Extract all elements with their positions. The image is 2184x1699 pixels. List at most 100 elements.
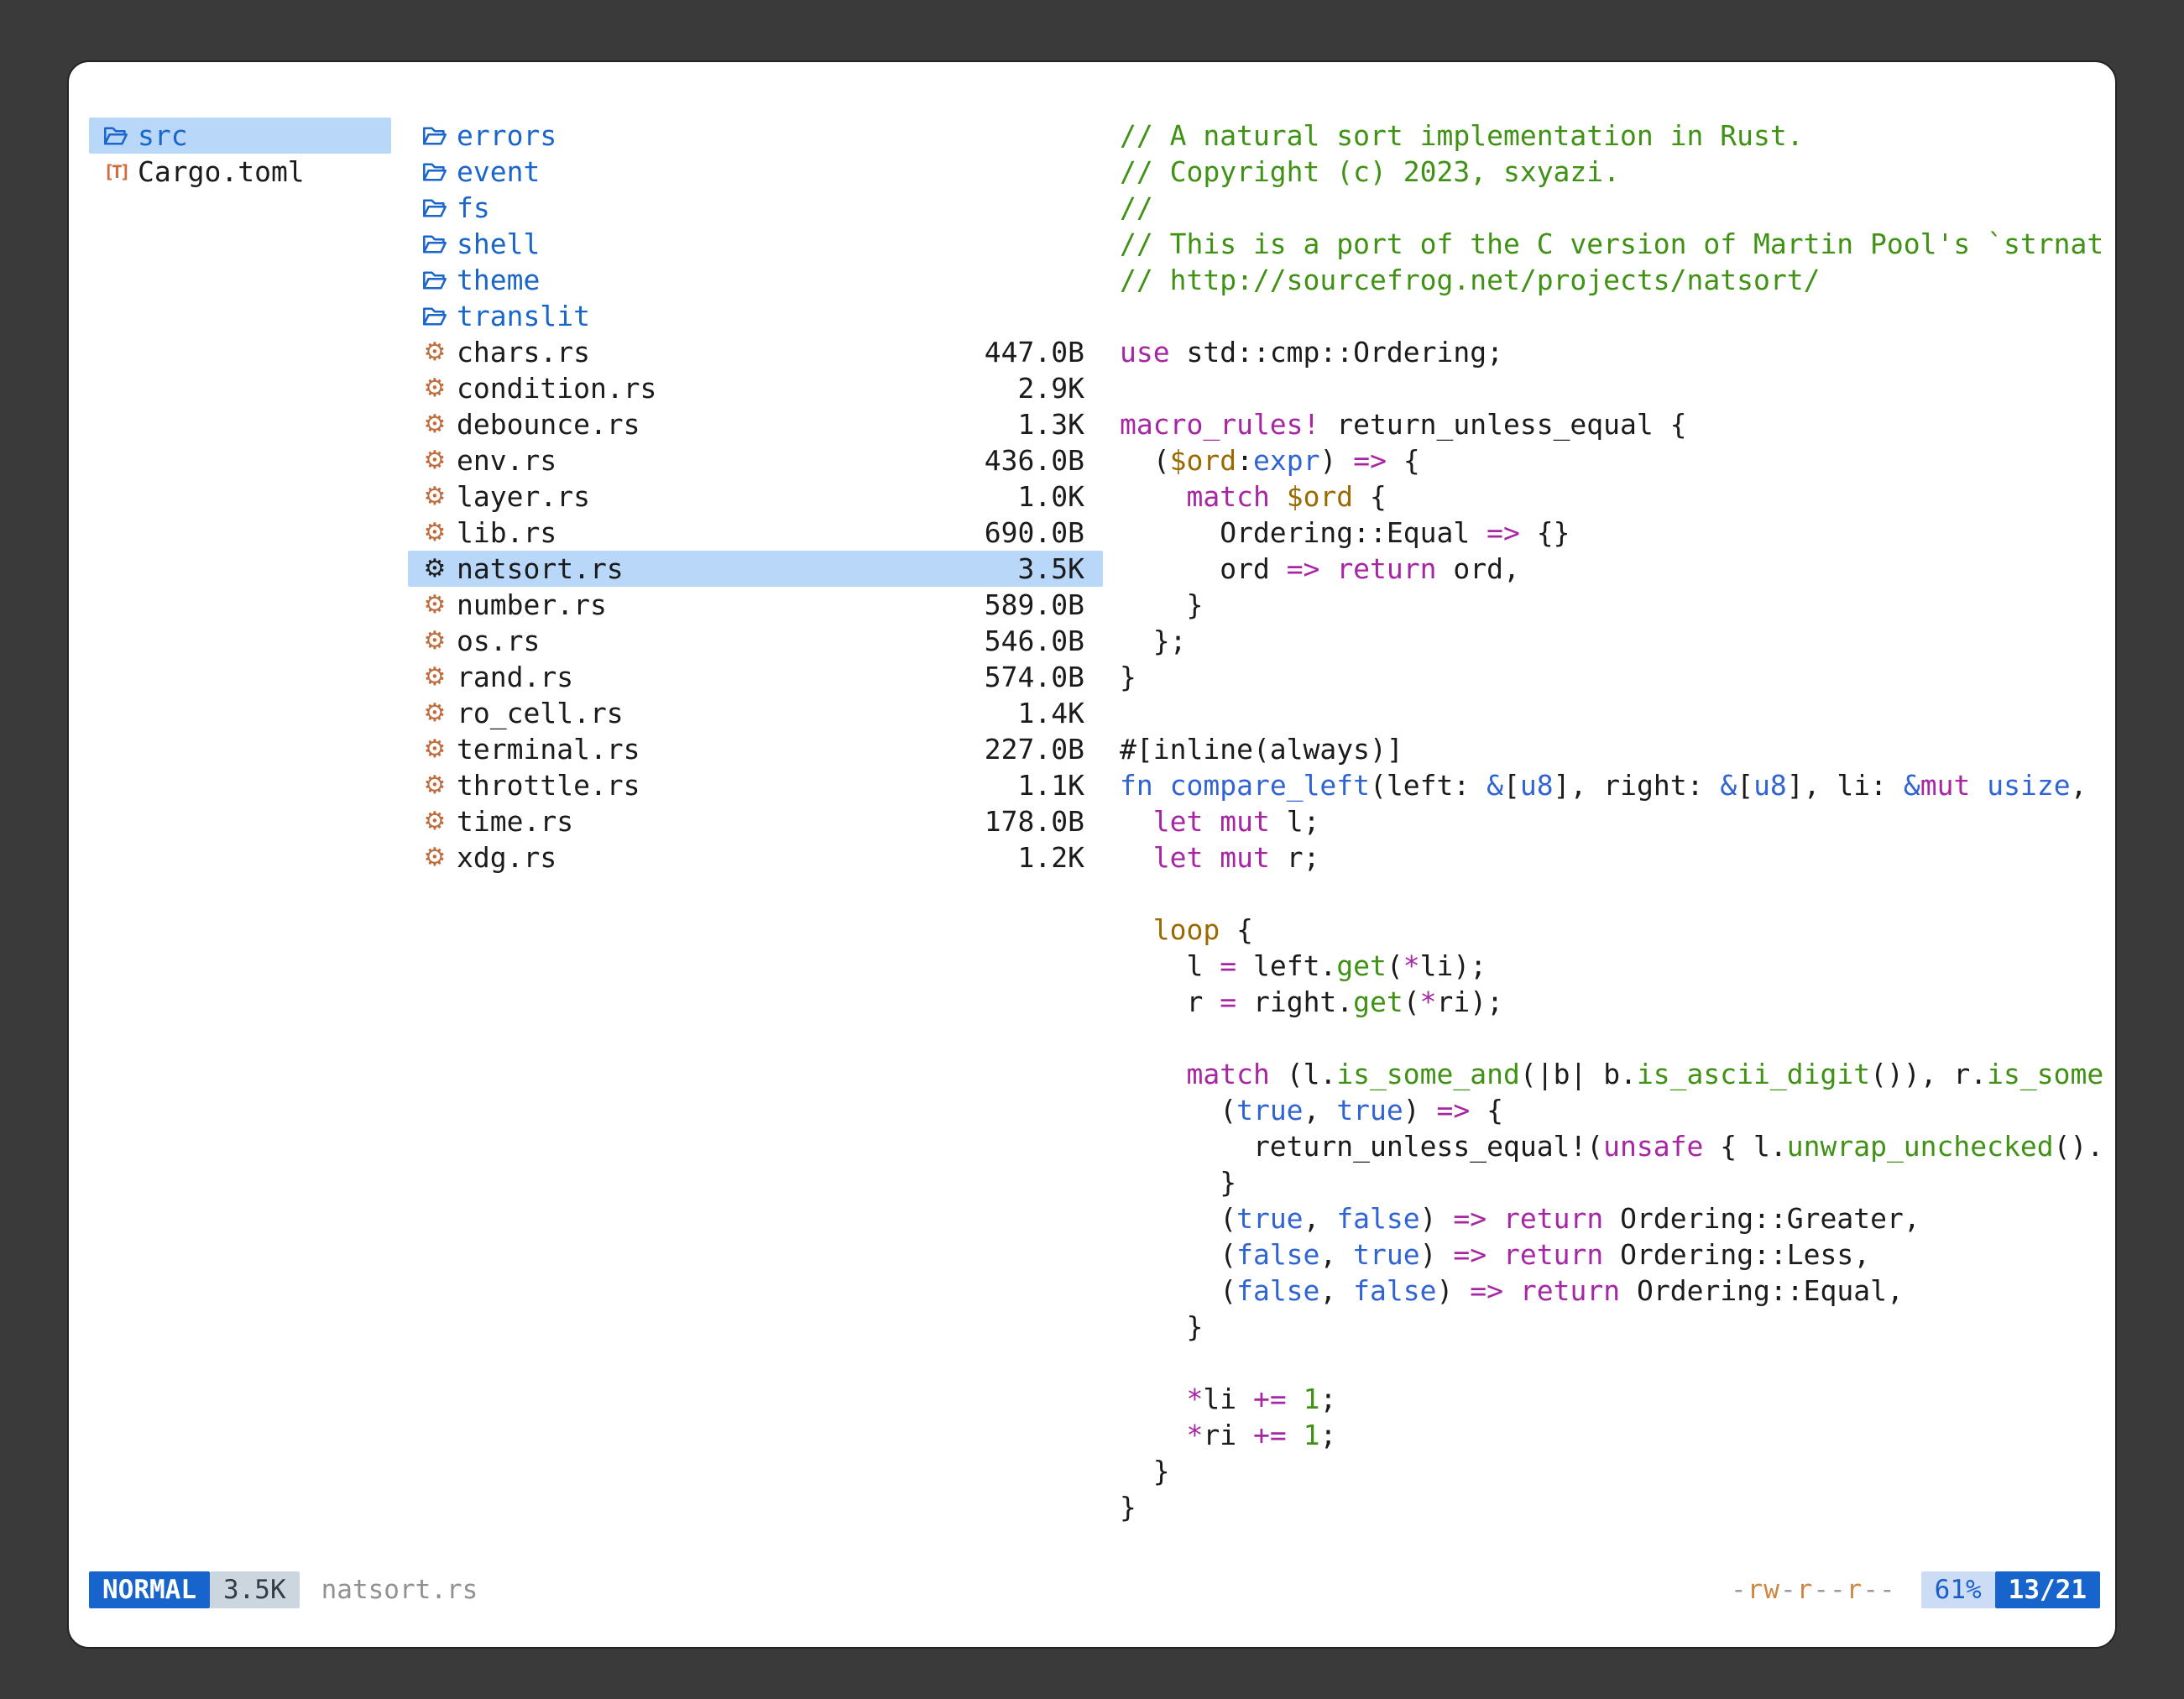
file-name: os.rs [457, 625, 540, 657]
file-row-os.rs[interactable]: ⚙os.rs546.0B [408, 623, 1103, 659]
file-size: 227.0B [985, 733, 1084, 766]
code-line: } [1120, 1309, 2108, 1345]
file-row-time.rs[interactable]: ⚙ time.rs 178.0B [408, 803, 1103, 839]
file-size: 436.0B [985, 444, 1084, 477]
status-bar: NORMAL 3.5K natsort.rs -rw-r--r-- 61% 13… [89, 1571, 2100, 1608]
code-line: // This is a port of the C version of Ma… [1120, 226, 2108, 262]
code-line: l = left.get(*li); [1120, 948, 2108, 984]
rust-file-icon: ⚙ [420, 484, 450, 510]
code-line: let mut r; [1120, 839, 2108, 876]
file-size: 1.2K [1018, 841, 1084, 874]
file-preview-pane[interactable]: // A natural sort implementation in Rust… [1120, 118, 2108, 1578]
rust-file-icon: ⚙ [420, 737, 450, 762]
code-line: (true, false) => return Ordering::Greate… [1120, 1200, 2108, 1236]
file-row-translit[interactable]: translit [408, 298, 1103, 334]
file-name: layer.rs [457, 480, 590, 513]
code-line: match $ord { [1120, 478, 2108, 515]
code-line: loop { [1120, 912, 2108, 948]
file-row-xdg.rs[interactable]: ⚙xdg.rs1.2K [408, 839, 1103, 876]
file-row-ro_cell.rs[interactable]: ⚙ ro_cell.rs 1.4K [408, 695, 1103, 731]
code-line: (false, false) => return Ordering::Equal… [1120, 1273, 2108, 1309]
file-size: 574.0B [985, 661, 1084, 693]
file-name: time.rs [457, 805, 573, 838]
file-name: ro_cell.rs [457, 697, 624, 729]
file-row-condition.rs[interactable]: ⚙condition.rs2.9K [408, 370, 1103, 406]
code-line: Ordering::Equal => {} [1120, 515, 2108, 551]
file-name: event [457, 155, 540, 188]
file-row-src[interactable]: src [89, 118, 391, 154]
status-filename: natsort.rs [321, 1571, 478, 1608]
file-row-rand.rs[interactable]: ⚙ rand.rs 574.0B [408, 659, 1103, 695]
file-name: natsort.rs [457, 552, 624, 585]
file-size: 1.4K [1018, 697, 1084, 729]
file-name: errors [457, 119, 556, 152]
file-row-debounce.rs[interactable]: ⚙debounce.rs1.3K [408, 406, 1103, 442]
rust-file-icon: ⚙ [420, 593, 450, 618]
code-line [1120, 298, 2108, 334]
rust-file-icon: ⚙ [420, 665, 450, 690]
code-line: ord => return ord, [1120, 551, 2108, 587]
code-line: return_unless_equal!(unsafe { l.unwrap_u… [1120, 1128, 2108, 1164]
file-name: condition.rs [457, 372, 656, 405]
code-line: #[inline(always)] [1120, 731, 2108, 767]
folder-icon [420, 125, 450, 147]
file-name: lib.rs [457, 516, 556, 549]
file-size: 1.3K [1018, 408, 1084, 441]
file-row-event[interactable]: event [408, 154, 1103, 190]
file-row-number.rs[interactable]: ⚙number.rs589.0B [408, 587, 1103, 623]
code-line: use std::cmp::Ordering; [1120, 334, 2108, 370]
file-name: translit [457, 300, 590, 332]
folder-icon [420, 269, 450, 291]
folder-icon [420, 161, 450, 183]
file-row-lib.rs[interactable]: ⚙lib.rs690.0B [408, 515, 1103, 551]
file-name: terminal.rs [457, 733, 640, 766]
file-size: 178.0B [985, 805, 1084, 838]
code-line: } [1120, 587, 2108, 623]
file-row-terminal.rs[interactable]: ⚙ terminal.rs 227.0B [408, 731, 1103, 767]
file-row-fs[interactable]: fs [408, 190, 1103, 226]
file-name: number.rs [457, 588, 607, 621]
file-size: 1.0K [1018, 480, 1084, 513]
code-line [1120, 876, 2108, 912]
file-name: theme [457, 264, 540, 296]
file-row-theme[interactable]: theme [408, 262, 1103, 298]
file-size: 546.0B [985, 625, 1084, 657]
file-size-chip: 3.5K [210, 1571, 300, 1608]
code-line: // http://sourcefrog.net/projects/natsor… [1120, 262, 2108, 298]
code-line: macro_rules! return_unless_equal { [1120, 406, 2108, 442]
file-row-env.rs[interactable]: ⚙env.rs436.0B [408, 442, 1103, 478]
file-row-natsort.rs[interactable]: ⚙natsort.rs3.5K [408, 551, 1103, 587]
file-name: src [138, 119, 188, 152]
rust-file-icon: ⚙ [420, 701, 450, 726]
file-row-chars.rs[interactable]: ⚙chars.rs447.0B [408, 334, 1103, 370]
parent-directory-pane[interactable]: src[T]Cargo.toml [89, 118, 391, 190]
file-permissions: -rw-r--r-- [1731, 1571, 1896, 1608]
yazi-file-manager-window: src[T]Cargo.toml errorseventfsshell theme… [67, 60, 2117, 1649]
code-line [1120, 1345, 2108, 1381]
rust-file-icon: ⚙ [420, 809, 450, 834]
file-name: chars.rs [457, 336, 590, 369]
file-name: Cargo.toml [138, 155, 305, 188]
current-directory-pane[interactable]: errorseventfsshell theme translit ⚙ chars.rs… [408, 118, 1103, 876]
code-line [1120, 695, 2108, 731]
rust-file-icon: ⚙ [420, 340, 450, 365]
code-line: match (l.is_some_and(|b| b.is_ascii_digi… [1120, 1056, 2108, 1092]
folder-icon [420, 306, 450, 327]
file-name: debounce.rs [457, 408, 640, 441]
file-name: shell [457, 227, 540, 260]
file-row-shell[interactable]: shell [408, 226, 1103, 262]
file-row-errors[interactable]: errors [408, 118, 1103, 154]
file-name: rand.rs [457, 661, 573, 693]
code-line: *ri += 1; [1120, 1417, 2108, 1453]
file-row-layer.rs[interactable]: ⚙ layer.rs 1.0K [408, 478, 1103, 515]
code-line: let mut l; [1120, 803, 2108, 839]
code-line: } [1120, 1489, 2108, 1525]
rust-file-icon: ⚙ [420, 376, 450, 401]
file-row-Cargo.toml[interactable]: [T]Cargo.toml [89, 154, 391, 190]
file-row-throttle.rs[interactable]: ⚙throttle.rs1.1K [408, 767, 1103, 803]
status-bar-left: NORMAL 3.5K natsort.rs [89, 1571, 478, 1608]
code-line: } [1120, 1164, 2108, 1200]
code-line: ($ord:expr) => { [1120, 442, 2108, 478]
file-name: throttle.rs [457, 769, 640, 802]
folder-icon [420, 197, 450, 219]
